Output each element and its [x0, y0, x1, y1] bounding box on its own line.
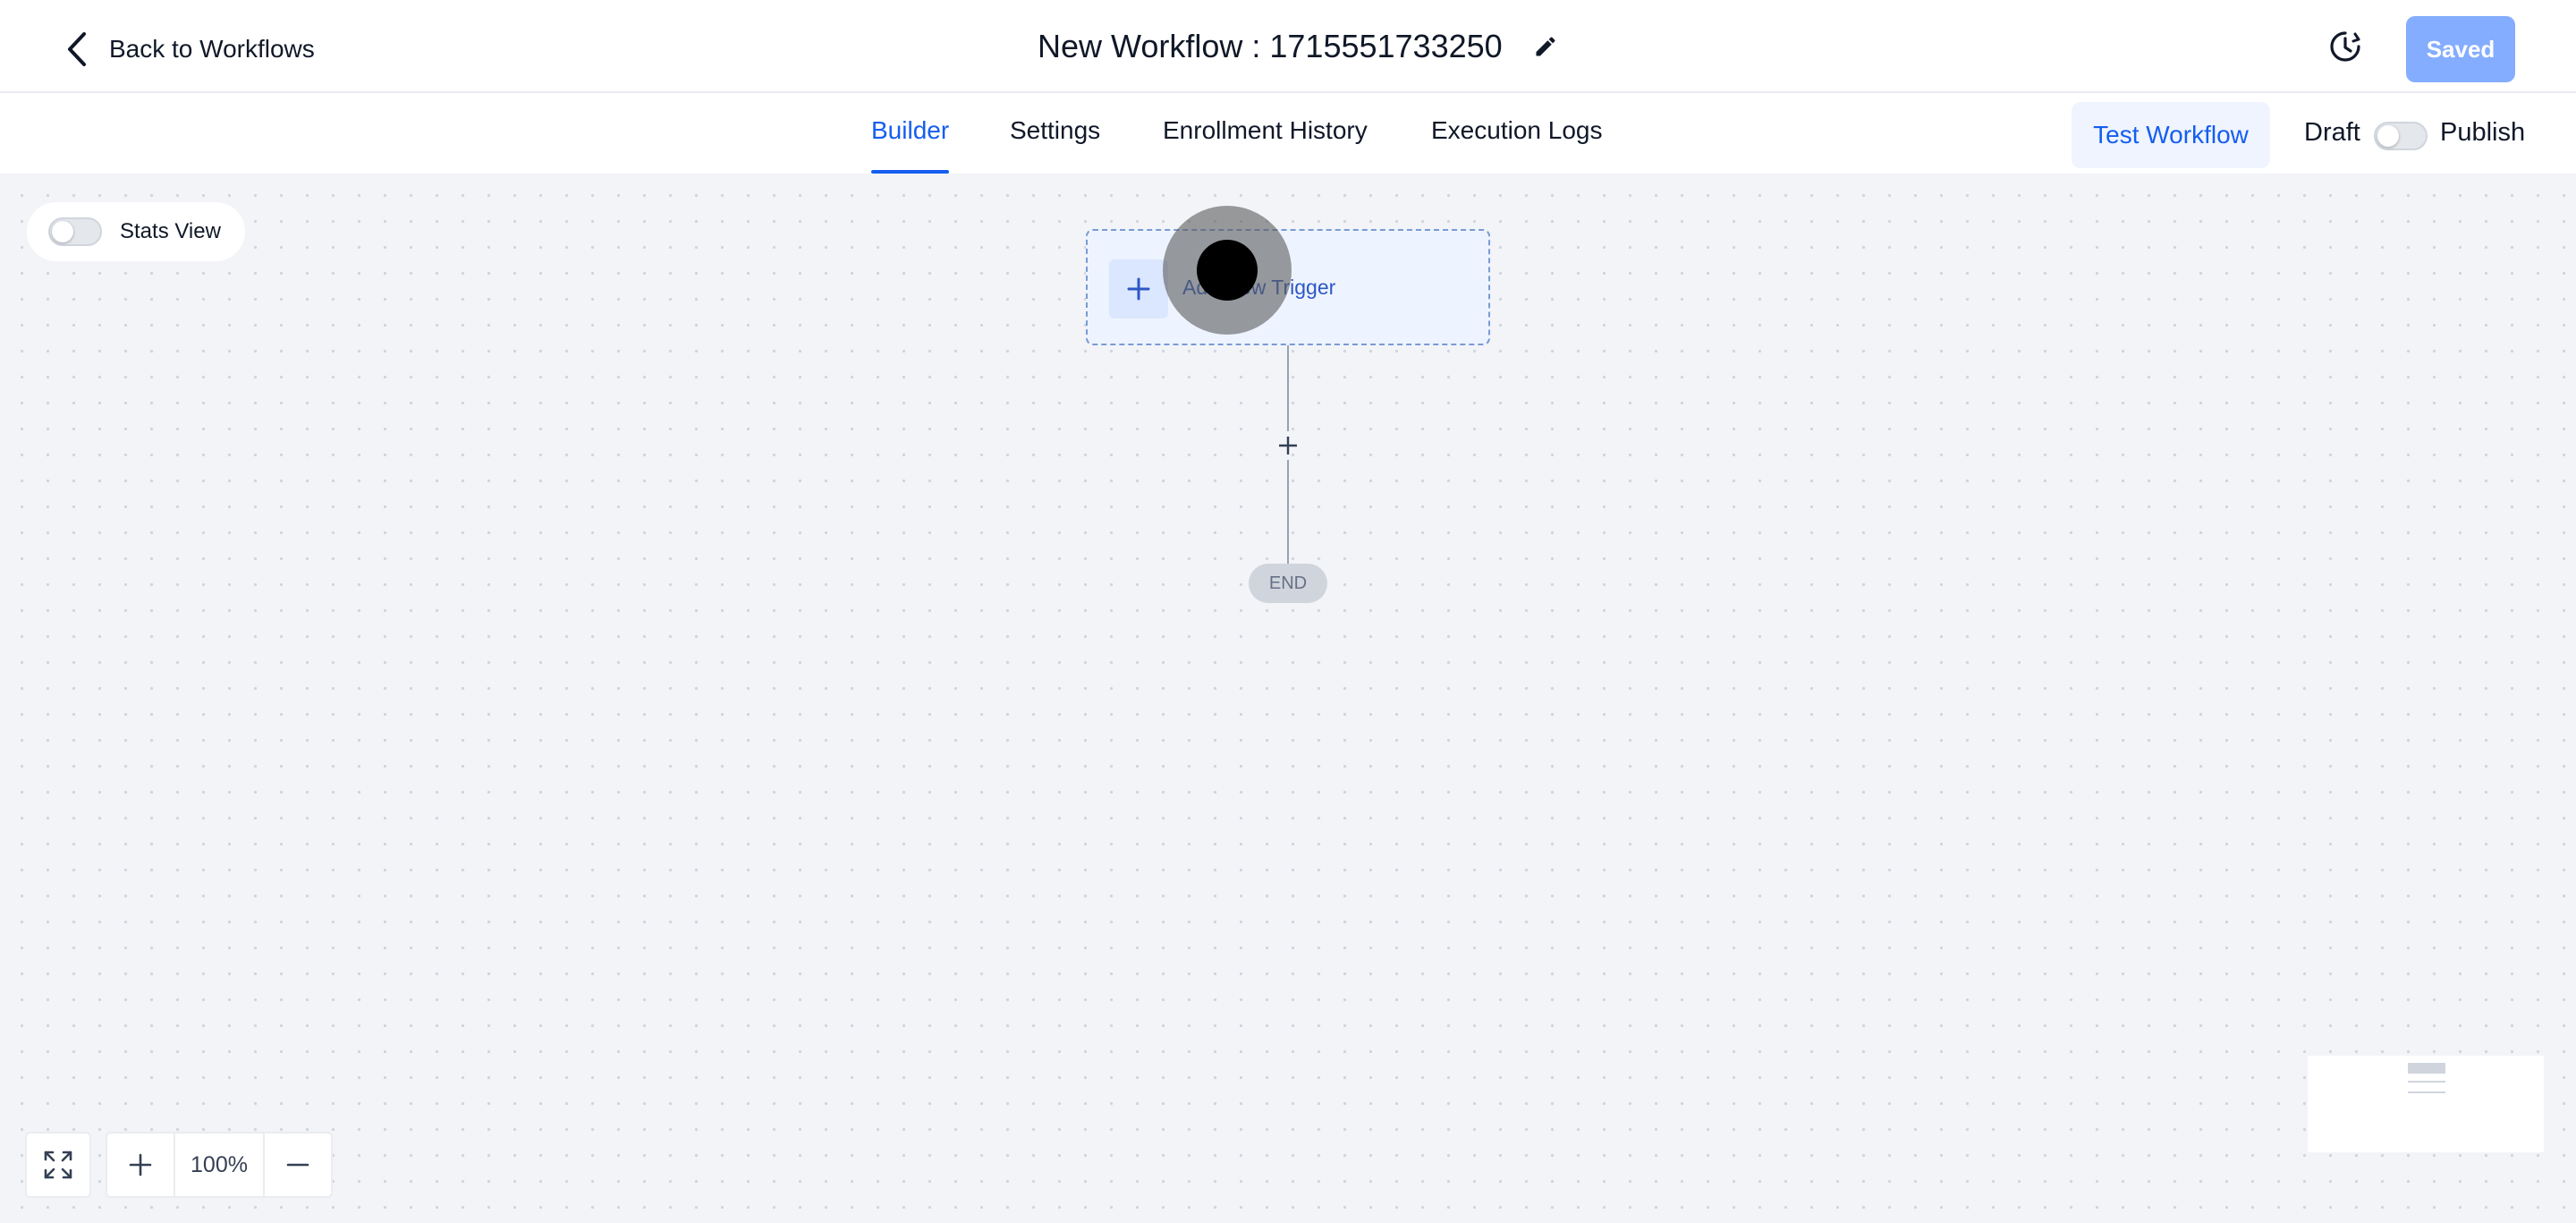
history-icon[interactable]	[2327, 29, 2363, 64]
click-indicator-dot	[1197, 240, 1258, 301]
plus-icon	[129, 1153, 152, 1176]
trigger-add-button[interactable]	[1109, 259, 1168, 318]
publish-label: Publish	[2440, 118, 2526, 147]
minus-icon	[286, 1163, 309, 1167]
add-step-plus-icon[interactable]	[1275, 433, 1301, 458]
minimap-trigger-node	[2408, 1063, 2445, 1074]
publish-toggle[interactable]	[2374, 122, 2428, 150]
draft-label: Draft	[2304, 118, 2360, 147]
end-node: END	[1249, 564, 1327, 603]
minimap-line	[2408, 1081, 2445, 1083]
back-label: Back to Workflows	[109, 35, 315, 63]
minimap-line	[2408, 1091, 2445, 1093]
connector-line	[1287, 460, 1289, 564]
tab-builder[interactable]: Builder	[871, 116, 950, 174]
zoom-controls: 100%	[106, 1132, 333, 1198]
tab-execution-logs[interactable]: Execution Logs	[1431, 116, 1602, 174]
back-to-workflows-link[interactable]: Back to Workflows	[64, 27, 315, 72]
test-workflow-button[interactable]: Test Workflow	[2072, 102, 2270, 168]
tab-bar: Builder Settings Enrollment History Exec…	[0, 93, 2576, 174]
tab-settings[interactable]: Settings	[1010, 116, 1100, 174]
workflow-title-area: New Workflow : 1715551733250	[1038, 23, 1558, 70]
fit-view-button[interactable]	[25, 1132, 91, 1198]
connector-line	[1287, 345, 1289, 431]
stats-view-toggle[interactable]	[48, 217, 102, 246]
chevron-left-icon	[68, 32, 86, 66]
workflow-canvas[interactable]: Stats View Add New Trigger END 100%	[0, 174, 2576, 1223]
zoom-level: 100%	[174, 1134, 265, 1196]
stats-view-control: Stats View	[27, 202, 245, 261]
saved-button[interactable]: Saved	[2406, 16, 2515, 82]
toggle-knob	[52, 221, 73, 242]
stats-view-label: Stats View	[120, 219, 221, 243]
plus-icon	[1127, 277, 1150, 301]
workflow-title: New Workflow : 1715551733250	[1038, 28, 1503, 64]
top-header: Back to Workflows New Workflow : 1715551…	[0, 0, 2576, 93]
tab-enrollment-history[interactable]: Enrollment History	[1163, 116, 1368, 174]
expand-icon	[44, 1151, 72, 1179]
pencil-icon[interactable]	[1533, 34, 1558, 59]
minimap[interactable]	[2308, 1056, 2544, 1152]
toggle-knob	[2377, 125, 2399, 147]
zoom-out-button[interactable]	[265, 1134, 331, 1196]
zoom-in-button[interactable]	[107, 1134, 174, 1196]
